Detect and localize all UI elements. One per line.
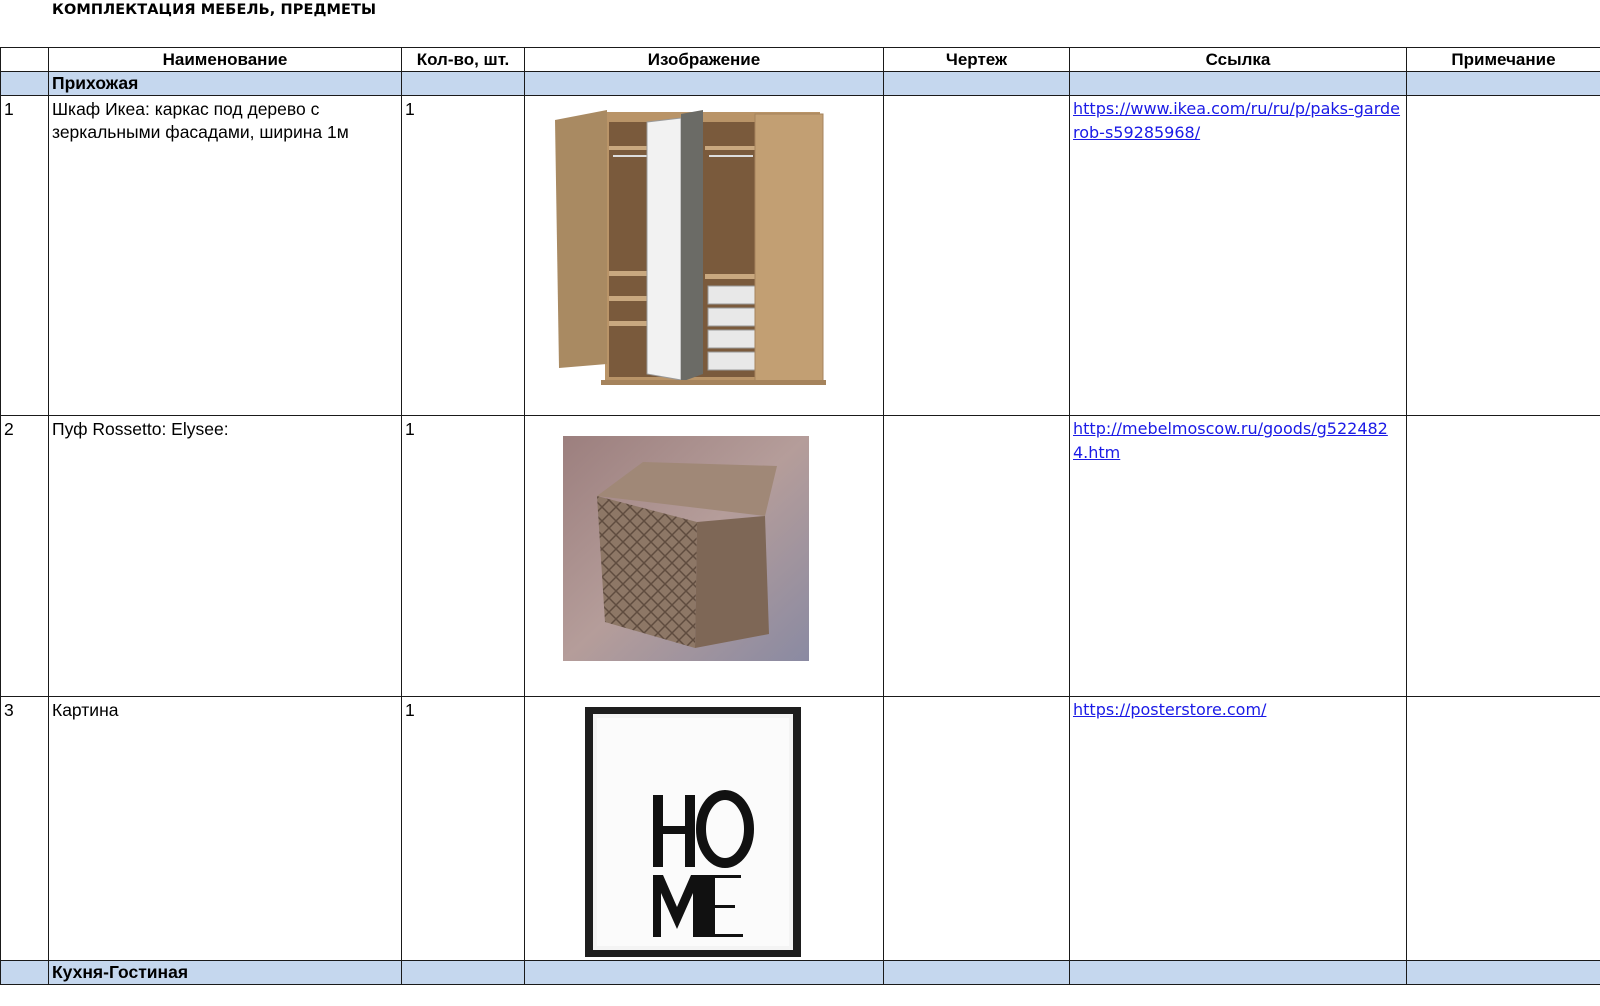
header-link: Ссылка <box>1069 47 1407 72</box>
note-cell <box>1406 696 1600 961</box>
header-name: Наименование <box>48 47 402 72</box>
poster-illustration <box>585 707 801 957</box>
table-row: 2 Пуф Rossetto: Elysee: 1 http://mebelmo… <box>0 415 1600 697</box>
header-row: Наименование Кол-во, шт. Изображение Чер… <box>0 47 1600 72</box>
pouf-image <box>526 417 883 696</box>
header-image: Изображение <box>524 47 884 72</box>
item-name: Шкаф Икеа: каркас под дерево с зеркальны… <box>52 99 349 142</box>
item-name: Пуф Rossetto: Elysee: <box>52 419 229 439</box>
item-qty: 1 <box>405 99 415 119</box>
note-cell <box>1406 95 1600 416</box>
item-name: Картина <box>52 700 119 720</box>
pouf-illustration <box>563 436 809 661</box>
product-link[interactable]: https://www.ikea.com/ru/ru/p/paks-garder… <box>1071 97 1406 147</box>
wardrobe-image <box>526 97 883 415</box>
product-link[interactable]: https://posterstore.com/ <box>1071 698 1406 724</box>
drawing-cell <box>883 696 1070 961</box>
row-number: 3 <box>4 700 14 720</box>
section-row-hallway: Прихожая <box>0 71 1600 96</box>
section-title-hallway: Прихожая <box>52 73 139 93</box>
poster-image <box>526 698 883 960</box>
item-qty: 1 <box>405 700 415 720</box>
table-row: 3 Картина 1 https://posterstore.com/ <box>0 696 1600 961</box>
header-note: Примечание <box>1406 47 1600 72</box>
row-number: 1 <box>4 99 14 119</box>
header-qty: Кол-во, шт. <box>401 47 525 72</box>
table-row: 1 Шкаф Икеа: каркас под дерево с зеркаль… <box>0 95 1600 416</box>
drawing-cell <box>883 415 1070 697</box>
section-title-kitchen: Кухня-Гостиная <box>52 962 189 982</box>
document-title: КОМПЛЕКТАЦИЯ МЕБЕЛЬ, ПРЕДМЕТЫ <box>52 2 377 18</box>
item-qty: 1 <box>405 419 415 439</box>
section-row-kitchen: Кухня-Гостиная <box>0 960 1600 985</box>
wardrobe-illustration <box>555 110 826 385</box>
header-drawing: Чертеж <box>883 47 1070 72</box>
header-num <box>0 47 49 72</box>
drawing-cell <box>883 95 1070 416</box>
product-link[interactable]: http://mebelmoscow.ru/goods/g5224824.htm <box>1071 417 1406 467</box>
row-number: 2 <box>4 419 14 439</box>
note-cell <box>1406 415 1600 697</box>
furniture-table: Наименование Кол-во, шт. Изображение Чер… <box>0 47 1600 985</box>
